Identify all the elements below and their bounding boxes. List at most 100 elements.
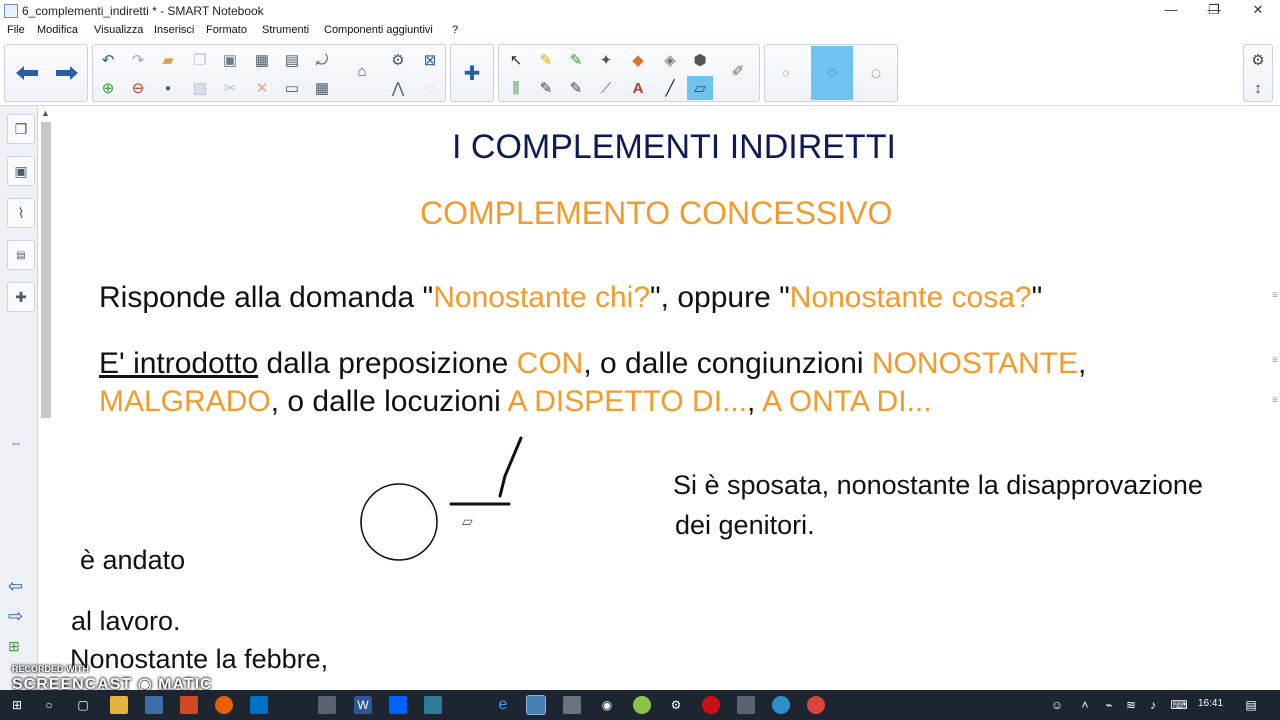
cortana-icon[interactable]: ○ [40,696,58,714]
eraser-icon[interactable]: ▱ [687,76,713,100]
back-arrow-icon[interactable] [9,46,45,100]
people-icon[interactable]: ☺ [1048,696,1066,714]
text-icon[interactable]: A [625,76,651,100]
chrome-icon[interactable] [807,696,825,714]
compass-icon[interactable]: ⋀ [385,76,411,100]
smart-notebook-icon[interactable] [526,695,546,715]
close-button[interactable]: ✕ [1236,0,1280,22]
notepad-icon[interactable] [318,696,336,714]
drawn-stroke[interactable] [498,436,523,498]
attachments-icon[interactable]: ⌇ [7,198,35,228]
calculator-icon[interactable] [563,696,581,714]
green-app-icon[interactable] [633,696,651,714]
menu-help[interactable]: ? [452,24,458,36]
eraser-small-icon[interactable]: ◌ [771,46,801,100]
windows-start-icon[interactable]: ⊞ [8,696,26,714]
highlighter-icon[interactable]: ✎ [533,76,559,100]
file-explorer-icon[interactable] [110,696,128,714]
word-icon[interactable]: W [354,696,372,714]
screen-capture-icon[interactable]: ▦ [249,48,275,72]
clone-icon[interactable]: ▧ [187,76,213,100]
task-view-icon[interactable]: ▢ [74,696,92,714]
menu-inserisci[interactable]: Inserisci [154,24,194,36]
speaker-icon[interactable]: ♪ [1144,696,1162,714]
files-icon[interactable] [737,696,755,714]
magic-pen-icon[interactable]: ✦ [593,48,619,72]
menu-strumenti[interactable]: Strumenti [262,24,309,36]
menu-formato[interactable]: Formato [206,24,247,36]
rotate-icon[interactable]: ⤾ [309,48,335,72]
action-center-icon[interactable]: ▤ [1242,696,1260,714]
menu-visualizza[interactable]: Visualizza [94,24,143,36]
outlook-icon[interactable] [250,696,268,714]
pen-icon[interactable]: ✎ [533,48,559,72]
move-toolbar-icon[interactable]: ↕ [1245,76,1271,100]
store-icon[interactable] [145,696,163,714]
gear-icon[interactable]: ⚙ [1245,48,1271,72]
eraser-large-icon[interactable]: ◌ [859,46,893,100]
eraser-medium-icon[interactable]: ◌ [811,46,853,100]
calendar-icon[interactable] [424,696,442,714]
addons-puzzle-icon[interactable]: ✚ [454,46,490,100]
wifi-icon[interactable]: ≋ [1122,696,1140,714]
marker-icon[interactable]: ✎ [563,76,589,100]
menu-componenti-aggiuntivi[interactable]: Componenti aggiuntivi [324,24,433,36]
fill-icon[interactable]: ◆ [625,48,651,72]
redo-icon[interactable]: ↷ [125,48,151,72]
shapes-icon[interactable]: ◈ [657,48,683,72]
office-icon[interactable] [180,696,198,714]
save-icon[interactable]: ▪ [155,76,181,100]
open-file-icon[interactable]: ▰ [155,48,181,72]
creative-pen-icon[interactable]: ✎ [563,48,589,72]
edge-icon[interactable]: e [494,696,512,714]
page-sorter-icon[interactable]: ❐ [7,114,35,144]
drawn-circle[interactable] [360,483,438,561]
screen-shade-icon-alt[interactable]: ⌂ [349,59,375,83]
network-icon[interactable]: ⌁ [1100,696,1118,714]
undo-icon[interactable]: ↶ [95,48,121,72]
next-page-icon[interactable]: ⇨ [8,606,23,627]
keyboard-icon[interactable]: ⌨ [1168,696,1190,714]
dropbox-icon[interactable] [389,696,407,714]
restore-button[interactable]: ❐ [1192,0,1236,22]
line-icon[interactable]: ╱ [657,76,683,100]
paste-icon[interactable]: ▣ [217,48,243,72]
gallery-icon[interactable]: ▣ [7,156,35,186]
table-icon[interactable]: ▦ [309,76,335,100]
regular-polygon-icon[interactable]: ⬢ [687,48,713,72]
fragment-al-lavoro[interactable]: al lavoro. [71,606,181,637]
web-browser-icon[interactable]: ⚙ [385,48,411,72]
cut-icon[interactable]: ✂ [217,76,243,100]
properties-icon[interactable]: ▤ [7,240,35,270]
calligraphy-icon[interactable]: ⫼ [503,76,529,100]
previous-page-icon[interactable]: ⇦ [8,576,23,597]
delete-icon[interactable]: ✕ [249,76,275,100]
clock-time[interactable]: 16:41 [1198,698,1223,709]
full-screen-icon[interactable]: ▤ [279,48,305,72]
brush-icon[interactable]: ⟋ [593,76,619,100]
earth-icon[interactable] [772,696,790,714]
copy-icon[interactable]: ❐ [187,48,213,72]
measure-icon[interactable]: ◌ [417,76,443,100]
addons-icon[interactable]: ✚ [7,282,35,312]
panel-scrollbar[interactable] [41,122,51,418]
firefox-icon[interactable] [215,696,233,714]
hand-drawn-strokes[interactable] [355,430,535,570]
scroll-up-icon[interactable]: ▲ [41,108,50,118]
settings-icon[interactable]: ⚙ [667,696,685,714]
media-icon[interactable]: ◉ [598,696,616,714]
opera-icon[interactable] [702,696,720,714]
delete-box-icon[interactable]: ⊠ [417,48,443,72]
chevron-up-icon[interactable]: ˄ [1076,696,1094,714]
menu-modifica[interactable]: Modifica [37,24,78,36]
screen-shade-icon[interactable]: ▭ [279,76,305,100]
add-page-side-icon[interactable]: ⊞ [8,638,20,655]
select-icon[interactable]: ↖ [503,48,529,72]
add-page-icon[interactable]: ⊕ [95,76,121,100]
forward-arrow-icon[interactable] [49,46,85,100]
delete-page-icon[interactable]: ⊖ [125,76,151,100]
menu-file[interactable]: File [7,24,25,36]
minimize-button-2[interactable]: — [1149,0,1193,22]
panel-resize-icon[interactable]: ⇔ [10,436,22,450]
customize-pen-icon[interactable]: ✐ [725,59,751,83]
